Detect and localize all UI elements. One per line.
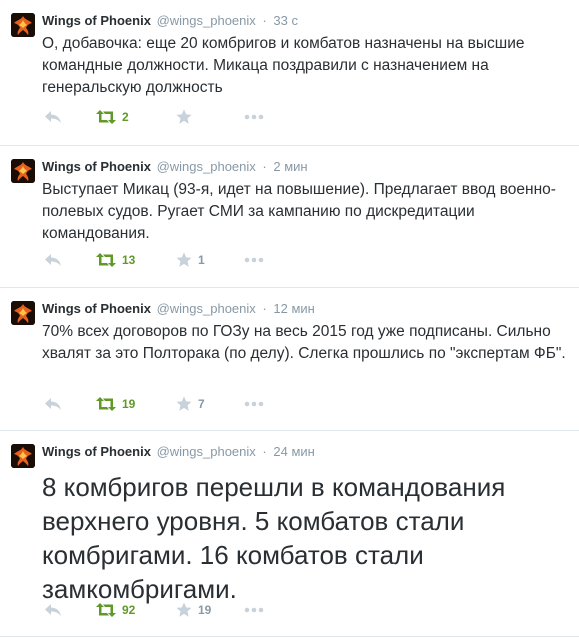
more-button[interactable] bbox=[244, 250, 264, 270]
retweet-count: 19 bbox=[122, 397, 136, 411]
retweet-icon bbox=[96, 110, 116, 124]
phoenix-avatar-icon bbox=[11, 159, 35, 183]
phoenix-avatar-icon bbox=[11, 301, 35, 325]
retweet-count: 13 bbox=[122, 253, 136, 267]
tweet-actions: 13 1 bbox=[44, 250, 569, 270]
tweet-actions: 2 bbox=[44, 107, 569, 127]
tweet-content: Wings of Phoenix @wings_phoenix · 2 мин … bbox=[42, 158, 569, 245]
timestamp[interactable]: 33 с bbox=[273, 13, 298, 28]
more-dots-icon bbox=[244, 401, 264, 407]
username[interactable]: @wings_phoenix bbox=[157, 13, 256, 28]
separator-dot: · bbox=[262, 301, 267, 316]
fullname[interactable]: Wings of Phoenix bbox=[42, 444, 151, 459]
fullname[interactable]: Wings of Phoenix bbox=[42, 159, 151, 174]
retweet-icon bbox=[96, 603, 116, 617]
reply-icon bbox=[45, 604, 61, 616]
username[interactable]: @wings_phoenix bbox=[157, 301, 256, 316]
more-dots-icon bbox=[244, 257, 264, 263]
tweet-actions: 92 19 bbox=[44, 600, 569, 620]
avatar[interactable] bbox=[11, 159, 35, 183]
timestamp[interactable]: 2 мин bbox=[273, 159, 307, 174]
tweet-actions: 19 7 bbox=[44, 394, 569, 414]
retweet-button[interactable]: 92 bbox=[96, 600, 176, 620]
tweet-header: Wings of Phoenix @wings_phoenix · 24 мин bbox=[42, 443, 569, 461]
favorite-button[interactable]: 7 bbox=[176, 394, 244, 414]
tweet-text: О, добавочка: еще 20 комбригов и комбато… bbox=[42, 35, 525, 96]
separator-dot: · bbox=[262, 444, 267, 459]
username[interactable]: @wings_phoenix bbox=[157, 444, 256, 459]
tweet[interactable]: Wings of Phoenix @wings_phoenix · 33 с О… bbox=[0, 0, 579, 146]
more-button[interactable] bbox=[244, 107, 264, 127]
tweet-header: Wings of Phoenix @wings_phoenix · 2 мин bbox=[42, 158, 569, 176]
tweet-content: Wings of Phoenix @wings_phoenix · 12 мин… bbox=[42, 300, 569, 365]
tweet-content: Wings of Phoenix @wings_phoenix · 24 мин… bbox=[42, 443, 569, 606]
retweet-button[interactable]: 19 bbox=[96, 394, 176, 414]
favorite-count: 7 bbox=[198, 397, 205, 411]
avatar[interactable] bbox=[11, 13, 35, 37]
tweet[interactable]: Wings of Phoenix @wings_phoenix · 2 мин … bbox=[0, 146, 579, 288]
tweet-text: 70% всех договоров по ГОЗу на весь 2015 … bbox=[42, 323, 566, 362]
tweet-text: Выступает Микац (93-я, идет на повышение… bbox=[42, 181, 556, 242]
username[interactable]: @wings_phoenix bbox=[157, 159, 256, 174]
more-dots-icon bbox=[244, 114, 264, 120]
star-icon bbox=[176, 602, 192, 617]
retweet-count: 2 bbox=[122, 110, 129, 124]
reply-button[interactable] bbox=[44, 107, 96, 127]
reply-icon bbox=[45, 398, 61, 410]
more-button[interactable] bbox=[244, 600, 264, 620]
star-icon bbox=[176, 252, 192, 267]
favorite-button[interactable] bbox=[176, 107, 244, 127]
fullname[interactable]: Wings of Phoenix bbox=[42, 13, 151, 28]
retweet-icon bbox=[96, 397, 116, 411]
avatar[interactable] bbox=[11, 301, 35, 325]
retweet-button[interactable]: 2 bbox=[96, 107, 176, 127]
star-icon bbox=[176, 396, 192, 411]
tweet-header: Wings of Phoenix @wings_phoenix · 33 с bbox=[42, 12, 569, 30]
favorite-button[interactable]: 1 bbox=[176, 250, 244, 270]
retweet-button[interactable]: 13 bbox=[96, 250, 176, 270]
separator-dot: · bbox=[262, 13, 267, 28]
phoenix-avatar-icon bbox=[11, 444, 35, 468]
reply-button[interactable] bbox=[44, 250, 96, 270]
retweet-icon bbox=[96, 253, 116, 267]
timeline: Wings of Phoenix @wings_phoenix · 33 с О… bbox=[0, 0, 579, 637]
favorite-count: 1 bbox=[198, 253, 205, 267]
reply-button[interactable] bbox=[44, 394, 96, 414]
reply-icon bbox=[45, 111, 61, 123]
timestamp[interactable]: 24 мин bbox=[273, 444, 314, 459]
phoenix-avatar-icon bbox=[11, 13, 35, 37]
tweet-header: Wings of Phoenix @wings_phoenix · 12 мин bbox=[42, 300, 569, 318]
favorite-button[interactable]: 19 bbox=[176, 600, 244, 620]
more-dots-icon bbox=[244, 607, 264, 613]
tweet-content: Wings of Phoenix @wings_phoenix · 33 с О… bbox=[42, 12, 569, 99]
tweet[interactable]: Wings of Phoenix @wings_phoenix · 12 мин… bbox=[0, 288, 579, 431]
favorite-count: 19 bbox=[198, 603, 212, 617]
separator-dot: · bbox=[262, 159, 267, 174]
reply-button[interactable] bbox=[44, 600, 96, 620]
timestamp[interactable]: 12 мин bbox=[273, 301, 314, 316]
more-button[interactable] bbox=[244, 394, 264, 414]
reply-icon bbox=[45, 254, 61, 266]
star-icon bbox=[176, 109, 192, 124]
tweet-text: 8 комбригов перешли в командования верхн… bbox=[42, 472, 506, 604]
retweet-count: 92 bbox=[122, 603, 136, 617]
fullname[interactable]: Wings of Phoenix bbox=[42, 301, 151, 316]
avatar[interactable] bbox=[11, 444, 35, 468]
tweet[interactable]: Wings of Phoenix @wings_phoenix · 24 мин… bbox=[0, 431, 579, 637]
